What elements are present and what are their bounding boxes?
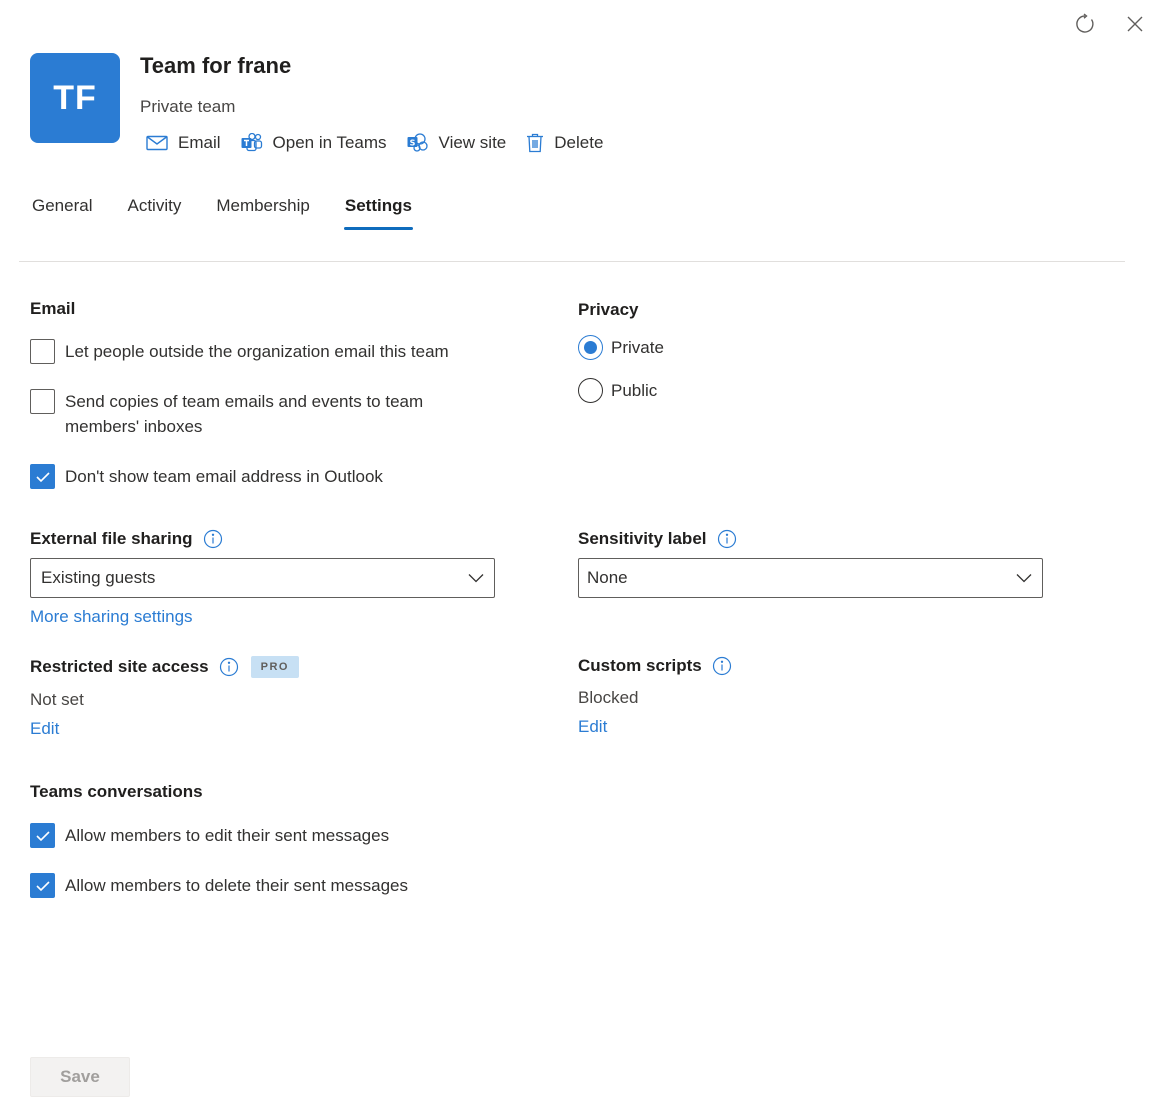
sensitivity-value: None <box>587 568 628 587</box>
delete-label: Delete <box>554 133 604 152</box>
edit-messages-checkbox[interactable] <box>30 823 55 848</box>
more-sharing-settings-link[interactable]: More sharing settings <box>30 607 193 627</box>
email-outside-checkbox[interactable] <box>30 339 55 364</box>
save-button[interactable]: Save <box>30 1057 130 1097</box>
send-copies-checkbox[interactable] <box>30 389 55 414</box>
external-sharing-heading-text: External file sharing <box>30 529 193 548</box>
privacy-section-heading: Privacy <box>578 300 639 319</box>
custom-scripts-heading-text: Custom scripts <box>578 656 702 675</box>
info-icon[interactable] <box>203 529 223 549</box>
teams-icon <box>241 133 262 152</box>
tab-activity[interactable]: Activity <box>127 196 181 230</box>
checkmark-icon <box>35 880 50 891</box>
tab-membership[interactable]: Membership <box>216 196 310 230</box>
edit-messages-option[interactable]: Allow members to edit their sent message… <box>30 823 389 848</box>
send-copies-label: Send copies of team emails and events to… <box>65 392 424 436</box>
refresh-icon[interactable] <box>1071 10 1099 38</box>
email-section-heading: Email <box>30 299 76 318</box>
custom-scripts-heading: Custom scripts <box>578 656 732 676</box>
sensitivity-heading: Sensitivity label <box>578 529 737 549</box>
email-outside-label: Let people outside the organization emai… <box>65 342 449 361</box>
sensitivity-label-dropdown[interactable]: None <box>578 558 1043 598</box>
team-privacy-subtitle: Private team <box>140 97 236 116</box>
chevron-down-icon <box>468 574 484 583</box>
delete-messages-label: Allow members to delete their sent messa… <box>65 876 408 895</box>
svg-text:S: S <box>409 138 415 147</box>
external-sharing-dropdown[interactable]: Existing guests <box>30 558 495 598</box>
delete-messages-checkbox[interactable] <box>30 873 55 898</box>
privacy-private-label: Private <box>611 337 664 357</box>
team-settings-panel: TF Team for frane Private team Email Ope… <box>0 0 1150 1108</box>
privacy-public-option[interactable]: Public <box>578 378 657 403</box>
restricted-access-heading-text: Restricted site access <box>30 657 209 676</box>
tab-general[interactable]: General <box>32 196 92 230</box>
trash-icon <box>527 133 544 153</box>
view-site-button[interactable]: S View site <box>407 133 507 153</box>
hide-address-label: Don't show team email address in Outlook <box>65 467 383 486</box>
restricted-access-edit-link[interactable]: Edit <box>30 719 59 739</box>
team-avatar: TF <box>30 53 120 143</box>
open-in-teams-label: Open in Teams <box>272 133 387 152</box>
team-title: Team for frane <box>140 53 292 78</box>
view-site-label: View site <box>438 133 507 152</box>
privacy-private-option[interactable]: Private <box>578 335 664 360</box>
tab-bar: General Activity Membership Settings <box>32 196 447 230</box>
pro-badge: PRO <box>250 656 299 678</box>
info-icon[interactable] <box>712 656 732 676</box>
info-icon[interactable] <box>219 657 239 677</box>
restricted-access-value: Not set <box>30 690 84 709</box>
email-action-label: Email <box>178 133 221 152</box>
hide-address-checkbox[interactable] <box>30 464 55 489</box>
email-action-button[interactable]: Email <box>146 133 221 153</box>
teams-conversations-heading: Teams conversations <box>30 782 203 801</box>
privacy-private-radio[interactable] <box>578 335 603 360</box>
sharepoint-icon: S <box>407 133 428 152</box>
privacy-public-label: Public <box>611 380 658 400</box>
close-icon[interactable] <box>1121 10 1149 38</box>
custom-scripts-value: Blocked <box>578 688 639 707</box>
external-sharing-value: Existing guests <box>41 568 156 587</box>
avatar-initials: TF <box>53 78 97 117</box>
tab-divider <box>19 261 1125 262</box>
hide-address-option[interactable]: Don't show team email address in Outlook <box>30 464 490 489</box>
checkmark-icon <box>35 830 50 841</box>
email-outside-option[interactable]: Let people outside the organization emai… <box>30 339 490 364</box>
header-actions: Email Open in Teams S View site Delete <box>146 130 623 156</box>
tab-settings[interactable]: Settings <box>343 196 414 230</box>
checkmark-icon <box>35 471 50 482</box>
privacy-public-radio[interactable] <box>578 378 603 403</box>
sensitivity-heading-text: Sensitivity label <box>578 529 707 548</box>
delete-team-button[interactable]: Delete <box>526 133 603 153</box>
send-copies-option[interactable]: Send copies of team emails and events to… <box>30 389 470 439</box>
restricted-access-heading: Restricted site access PRO <box>30 656 299 678</box>
info-icon[interactable] <box>717 529 737 549</box>
open-in-teams-button[interactable]: Open in Teams <box>241 133 387 153</box>
mail-icon <box>146 135 168 151</box>
chevron-down-icon <box>1016 574 1032 583</box>
custom-scripts-edit-link[interactable]: Edit <box>578 717 607 737</box>
external-sharing-heading: External file sharing <box>30 529 223 549</box>
edit-messages-label: Allow members to edit their sent message… <box>65 826 390 845</box>
delete-messages-option[interactable]: Allow members to delete their sent messa… <box>30 873 408 898</box>
